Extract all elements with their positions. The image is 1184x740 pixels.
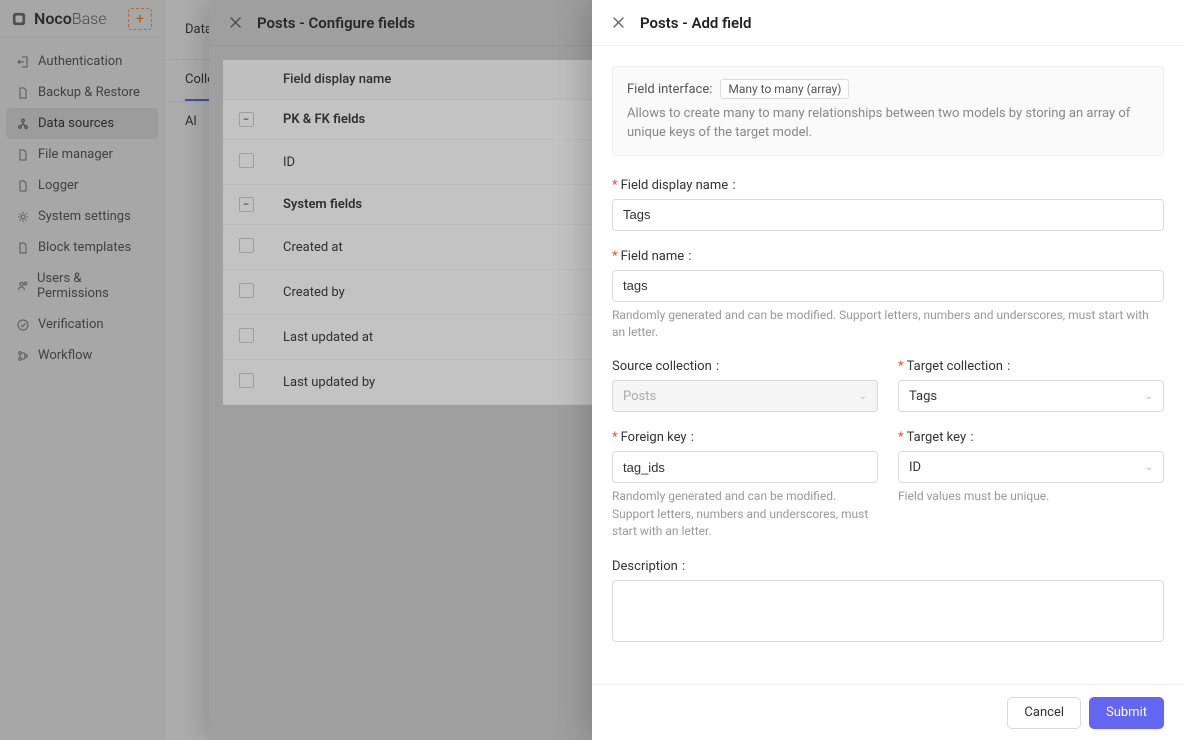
foreign-key-input[interactable] [612,451,878,483]
description-group: Description : [612,559,1164,646]
select-value: Tags [909,389,937,404]
description-textarea[interactable] [612,580,1164,642]
foreign-key-group: *Foreign key : Randomly generated and ca… [612,430,878,540]
drawer2-body: Field interface: Many to many (array) Al… [592,46,1184,684]
close-icon[interactable] [610,15,626,31]
display-name-label: *Field display name : [612,178,1164,193]
source-collection-group: Source collection : Posts ⌄ [612,359,878,412]
field-interface-info: Field interface: Many to many (array) Al… [612,66,1164,156]
foreign-key-hint: Randomly generated and can be modified. … [612,488,878,540]
field-display-name-group: *Field display name : [612,178,1164,231]
info-label: Field interface: [627,82,712,97]
foreign-key-label: *Foreign key : [612,430,878,445]
field-name-input[interactable] [612,270,1164,302]
chevron-down-icon: ⌄ [1145,462,1153,473]
chevron-down-icon: ⌄ [1145,391,1153,402]
select-value: Posts [623,389,656,404]
target-collection-label: *Target collection : [898,359,1164,374]
target-key-select[interactable]: ID ⌄ [898,451,1164,483]
source-collection-label: Source collection : [612,359,878,374]
target-collection-group: *Target collection : Tags ⌄ [898,359,1164,412]
source-collection-select: Posts ⌄ [612,380,878,412]
field-name-label: *Field name : [612,249,1164,264]
info-description: Allows to create many to many relationsh… [627,105,1149,143]
display-name-input[interactable] [612,199,1164,231]
target-key-group: *Target key : ID ⌄ Field values must be … [898,430,1164,540]
description-label: Description : [612,559,1164,574]
drawer2-title: Posts - Add field [640,14,751,32]
drawer2-header: Posts - Add field [592,0,1184,46]
target-collection-select[interactable]: Tags ⌄ [898,380,1164,412]
info-value-pill: Many to many (array) [720,79,849,99]
submit-button[interactable]: Submit [1089,697,1164,729]
target-key-hint: Field values must be unique. [898,488,1164,505]
add-field-drawer: Posts - Add field Field interface: Many … [592,0,1184,740]
chevron-down-icon: ⌄ [859,391,867,402]
select-value: ID [909,460,921,475]
target-key-label: *Target key : [898,430,1164,445]
drawer2-footer: Cancel Submit [592,684,1184,740]
field-name-hint: Randomly generated and can be modified. … [612,307,1164,342]
cancel-button[interactable]: Cancel [1007,697,1081,729]
field-name-group: *Field name : Randomly generated and can… [612,249,1164,342]
